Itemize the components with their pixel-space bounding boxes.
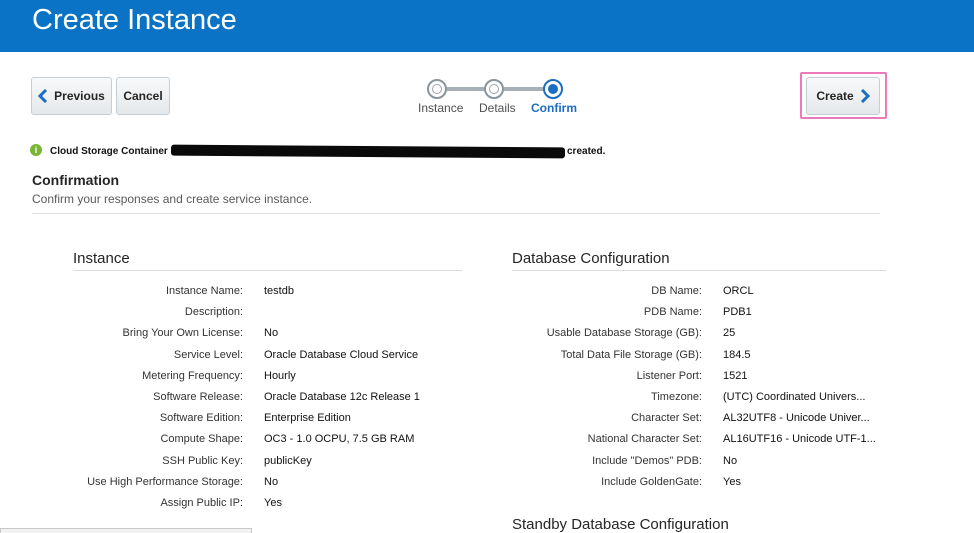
instance-row-label: Software Release: xyxy=(153,391,243,403)
chevron-right-icon xyxy=(860,89,870,103)
page-header: Create Instance xyxy=(0,0,974,52)
instance-row-value: Oracle Database Cloud Service xyxy=(264,348,419,361)
database-row-label: National Character Set: xyxy=(587,433,702,446)
database-row-label: Usable Database Storage (GB): xyxy=(546,327,702,340)
instance-row-label: Compute Shape: xyxy=(160,433,243,446)
message-suffix: created. xyxy=(567,146,606,157)
database-row-value: PDB1 xyxy=(723,306,752,319)
train-label-details[interactable]: Details xyxy=(479,101,516,115)
instance-row-value: No xyxy=(264,475,279,488)
database-row-label: Character Set: xyxy=(631,412,702,425)
instance-row-label: Bring Your Own License: xyxy=(122,327,243,340)
instance-row-label: Description: xyxy=(184,306,243,319)
info-icon: i xyxy=(30,144,42,156)
database-section-title: Database Configuration xyxy=(512,250,670,267)
database-row-value: (UTC) Coordinated Univers... xyxy=(723,391,866,403)
train-stop-details[interactable] xyxy=(484,79,504,99)
confirmation-title: Confirmation xyxy=(32,172,120,188)
previous-button[interactable]: Previous xyxy=(31,77,112,115)
train-stop-instance[interactable] xyxy=(427,79,447,99)
database-row-value: AL16UTF16 - Unicode UTF-1... xyxy=(723,433,876,446)
database-row-value: AL32UTF8 - Unicode Univer... xyxy=(723,412,870,425)
instance-row-value: publicKey xyxy=(264,454,312,467)
train-connector xyxy=(504,87,544,91)
divider xyxy=(73,270,462,271)
instance-row-value: OC3 - 1.0 OCPU, 7.5 GB RAM xyxy=(264,433,415,446)
instance-row-value: Hourly xyxy=(264,369,296,382)
previous-button-label: Previous xyxy=(54,89,105,103)
instance-row-value: Yes xyxy=(264,497,282,509)
instance-row-label: Instance Name: xyxy=(165,285,243,297)
instance-row-label: Service Level: xyxy=(173,348,243,361)
instance-row-value: Oracle Database 12c Release 1 xyxy=(264,391,420,403)
database-row-label: Include GoldenGate: xyxy=(601,475,702,488)
create-button[interactable]: Create xyxy=(806,77,880,115)
database-row-value: 184.5 xyxy=(723,348,751,361)
cancel-button[interactable]: Cancel xyxy=(116,77,170,115)
train-label-confirm: Confirm xyxy=(531,101,577,115)
create-button-label: Create xyxy=(816,89,854,103)
database-row-value: ORCL xyxy=(723,285,754,297)
instance-section-title: Instance xyxy=(73,250,130,267)
database-row-label: DB Name: xyxy=(651,285,702,297)
cancel-button-label: Cancel xyxy=(123,89,163,103)
message-prefix: Cloud Storage Container xyxy=(50,146,168,157)
divider xyxy=(512,270,886,271)
page-title: Create Instance xyxy=(32,4,237,36)
instance-row-label: Metering Frequency: xyxy=(142,369,243,382)
standby-section-title: Standby Database Configuration xyxy=(512,516,729,533)
train-label-instance[interactable]: Instance xyxy=(418,101,463,115)
instance-row-label: Assign Public IP: xyxy=(160,497,243,509)
divider xyxy=(32,213,880,214)
database-row-label: Listener Port: xyxy=(636,369,702,382)
train-stop-confirm xyxy=(543,79,563,99)
instance-row-label: Use High Performance Storage: xyxy=(87,475,243,488)
instance-row-value: Enterprise Edition xyxy=(264,412,351,425)
database-row-value: No xyxy=(723,454,738,467)
instance-row-label: SSH Public Key: xyxy=(162,454,243,467)
confirmation-subtitle: Confirm your responses and create servic… xyxy=(32,192,313,206)
database-row-label: Timezone: xyxy=(651,391,702,403)
horizontal-scrollbar[interactable] xyxy=(0,528,252,533)
train-connector xyxy=(446,87,484,91)
database-row-label: Include "Demos" PDB: xyxy=(592,454,702,467)
database-row-value: Yes xyxy=(723,475,741,488)
database-row-label: Total Data File Storage (GB): xyxy=(560,348,702,361)
database-row-label: PDB Name: xyxy=(643,306,702,319)
instance-row-value: No xyxy=(264,327,279,340)
database-row-value: 1521 xyxy=(723,369,748,382)
instance-row-value: testdb xyxy=(264,285,294,297)
database-row-value: 25 xyxy=(723,327,736,340)
instance-row-label: Software Edition: xyxy=(159,412,243,425)
chevron-left-icon xyxy=(38,89,48,103)
redacted-url xyxy=(170,144,566,159)
